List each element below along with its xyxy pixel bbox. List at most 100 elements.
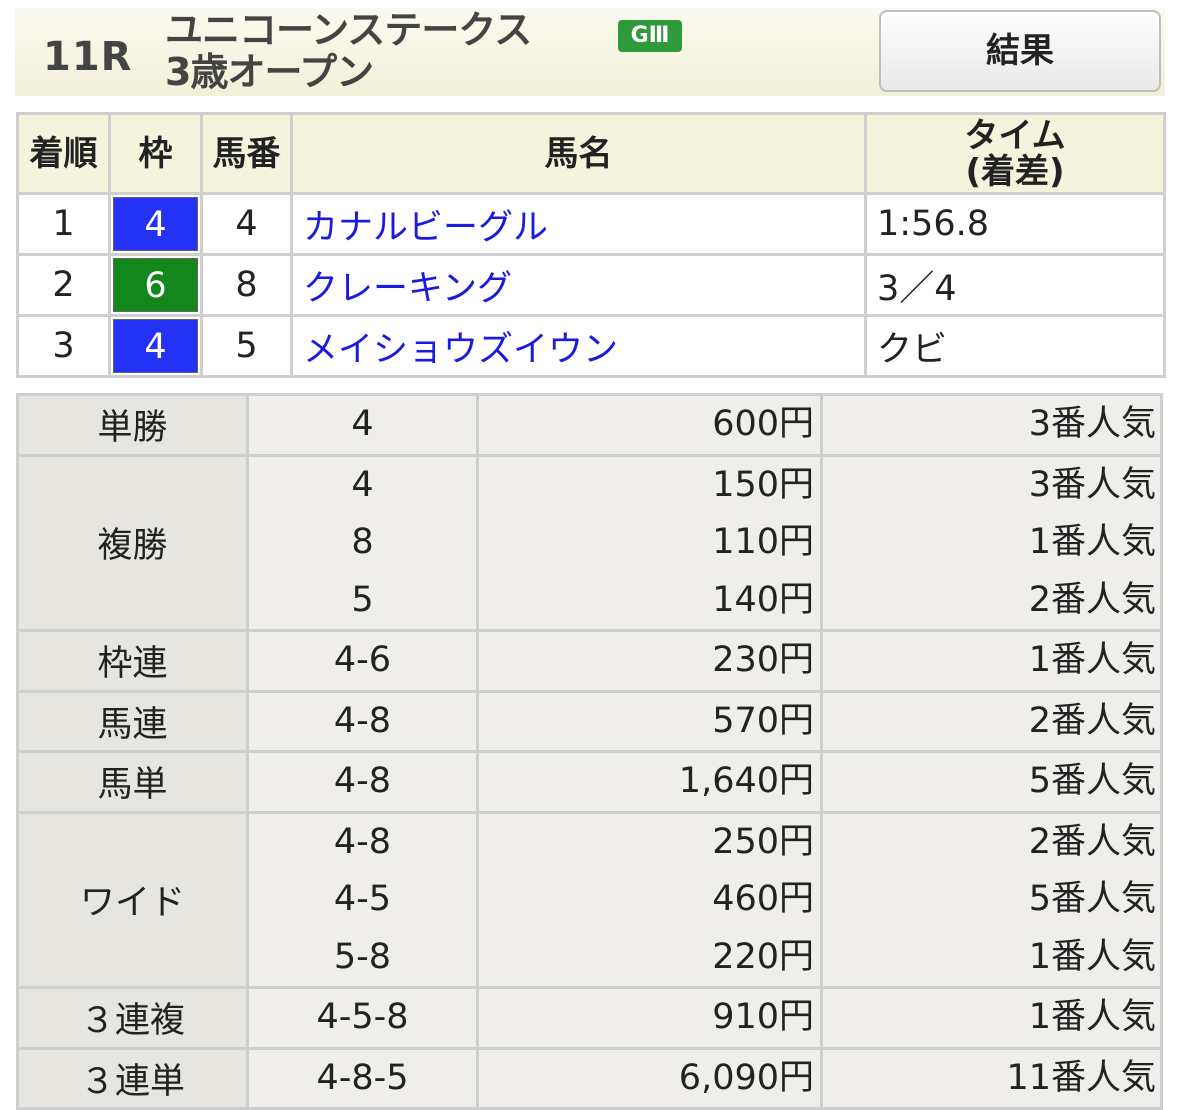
result-button[interactable]: 結果 — [879, 10, 1161, 92]
time-margin: 1:56.8 — [864, 192, 1166, 256]
payout-amount: 230円 — [476, 629, 823, 693]
bet-combination-line: 4-8 — [333, 821, 392, 862]
popularity-rank-line: 3番人気 — [1028, 404, 1156, 444]
popularity-rank: 3番人気 1番人気 2番人気 — [820, 453, 1163, 632]
popularity-rank-line: 11番人気 — [1006, 1057, 1156, 1098]
bet-combination-line: 5 — [351, 579, 374, 620]
horse-name-cell: クレーキング — [290, 253, 867, 317]
frame-cell: 4 — [108, 192, 203, 256]
grade-badge: GⅢ — [618, 20, 682, 52]
header-time-line2: (着差) — [965, 151, 1065, 192]
results-table: 着順 枠 馬番 馬名 タイム (着差) 1 4 4 カナルビーグル 1:56.8 2 6 8 ク… — [16, 112, 1166, 378]
payout-amount: 570円 — [476, 689, 823, 753]
popularity-rank-line: 2番人気 — [1028, 700, 1156, 741]
popularity-rank: 1番人気 — [820, 629, 1163, 693]
popularity-rank-line: 1番人気 — [1028, 936, 1156, 977]
bet-type: ３連複 — [16, 986, 249, 1050]
bet-type: ワイド — [16, 810, 249, 989]
payout-amount: 600円 — [476, 393, 823, 457]
time-margin: 3／4 — [864, 253, 1166, 317]
bet-combination-line: 4-6 — [333, 640, 392, 680]
finish-order: 3 — [16, 314, 111, 378]
race-name: ユニコーンステークス — [165, 8, 532, 52]
bet-combination: 4 8 5 — [246, 453, 479, 632]
payout-amount-line: 910円 — [712, 997, 814, 1037]
horse-name-cell: カナルビーグル — [290, 192, 867, 256]
bet-combination-line: 8 — [351, 522, 374, 562]
bet-combination: 4 — [246, 393, 479, 457]
payout-amount: 250円 460円 220円 — [476, 810, 823, 989]
bet-combination: 4-5-8 — [246, 986, 479, 1050]
bet-combination: 4-8 4-5 5-8 — [246, 810, 479, 989]
horse-name-link[interactable]: カナルビーグル — [293, 208, 548, 248]
popularity-rank-line: 2番人気 — [1028, 579, 1156, 620]
bet-combination: 4-8 — [246, 750, 479, 814]
payout-row: 単勝 4 600円 3番人気 — [16, 393, 1163, 457]
payout-amount: 6,090円 — [476, 1046, 823, 1110]
header-number: 馬番 — [200, 112, 293, 195]
bet-combination: 4-8-5 — [246, 1046, 479, 1110]
popularity-rank-line: 1番人気 — [1028, 640, 1156, 680]
payout-table: 単勝 4 600円 3番人気 複勝 4 8 5 150円 110円 140円 3番人気 1番人気 2番人気… — [16, 393, 1163, 1110]
finish-order: 1 — [16, 192, 111, 256]
frame-cell: 4 — [108, 314, 203, 378]
result-row: 2 6 8 クレーキング 3／4 — [16, 253, 1166, 317]
header-time: タイム (着差) — [864, 112, 1166, 195]
bet-combination: 4-6 — [246, 629, 479, 693]
payout-amount-line: 250円 — [712, 821, 814, 862]
frame-number-badge: 4 — [113, 197, 198, 251]
bet-type: 複勝 — [16, 453, 249, 632]
bet-type: 馬連 — [16, 689, 249, 753]
finish-order: 2 — [16, 253, 111, 317]
payout-row: 馬連 4-8 570円 2番人気 — [16, 689, 1163, 753]
payout-row: 枠連 4-6 230円 1番人気 — [16, 629, 1163, 693]
payout-row: ３連単 4-8-5 6,090円 11番人気 — [16, 1046, 1163, 1110]
payout-amount-line: 220円 — [712, 936, 814, 977]
payout-amount-line: 150円 — [712, 464, 814, 505]
race-class: 3歳オープン — [165, 50, 374, 94]
race-number: 11R — [43, 34, 133, 80]
payout-row: ３連複 4-5-8 910円 1番人気 — [16, 986, 1163, 1050]
bet-combination-line: 4 — [351, 404, 374, 444]
frame-number-badge: 4 — [113, 319, 198, 373]
popularity-rank: 5番人気 — [820, 750, 1163, 814]
header-time-line1: タイム — [964, 115, 1066, 156]
results-header-row: 着順 枠 馬番 馬名 タイム (着差) — [16, 112, 1166, 195]
bet-type: ３連単 — [16, 1046, 249, 1110]
result-row: 3 4 5 メイショウズイウン クビ — [16, 314, 1166, 378]
popularity-rank: 1番人気 — [820, 986, 1163, 1050]
popularity-rank: 2番人気 5番人気 1番人気 — [820, 810, 1163, 989]
bet-combination-line: 4-5 — [333, 879, 392, 919]
payout-amount-line: 140円 — [712, 579, 814, 620]
popularity-rank-line: 5番人気 — [1028, 761, 1156, 801]
popularity-rank-line: 3番人気 — [1028, 464, 1156, 505]
payout-amount-line: 1,640円 — [678, 761, 814, 801]
payout-amount: 1,640円 — [476, 750, 823, 814]
popularity-rank: 3番人気 — [820, 393, 1163, 457]
race-header: 11R ユニコーンステークス 3歳オープン GⅢ 結果 — [15, 8, 1165, 96]
bet-combination-line: 4-8-5 — [316, 1057, 409, 1098]
payout-row: 馬単 4-8 1,640円 5番人気 — [16, 750, 1163, 814]
payout-amount-line: 230円 — [712, 640, 814, 680]
payout-amount-line: 6,090円 — [678, 1057, 814, 1098]
horse-name-link[interactable]: メイショウズイウン — [293, 330, 618, 370]
payout-amount: 150円 110円 140円 — [476, 453, 823, 632]
popularity-rank-line: 5番人気 — [1028, 879, 1156, 919]
bet-combination: 4-8 — [246, 689, 479, 753]
payout-amount-line: 570円 — [712, 700, 814, 741]
bet-type: 枠連 — [16, 629, 249, 693]
popularity-rank-line: 2番人気 — [1028, 821, 1156, 862]
bet-combination-line: 4-8 — [333, 700, 392, 741]
horse-number: 5 — [200, 314, 293, 378]
horse-number: 4 — [200, 192, 293, 256]
payout-amount: 910円 — [476, 986, 823, 1050]
horse-number: 8 — [200, 253, 293, 317]
popularity-rank: 11番人気 — [820, 1046, 1163, 1110]
horse-name-link[interactable]: クレーキング — [293, 269, 512, 309]
bet-combination-line: 4-8 — [333, 761, 392, 801]
payout-amount-line: 460円 — [712, 879, 814, 919]
header-frame: 枠 — [108, 112, 203, 195]
time-margin: クビ — [864, 314, 1166, 378]
payout-amount-line: 600円 — [712, 404, 814, 444]
horse-name-cell: メイショウズイウン — [290, 314, 867, 378]
